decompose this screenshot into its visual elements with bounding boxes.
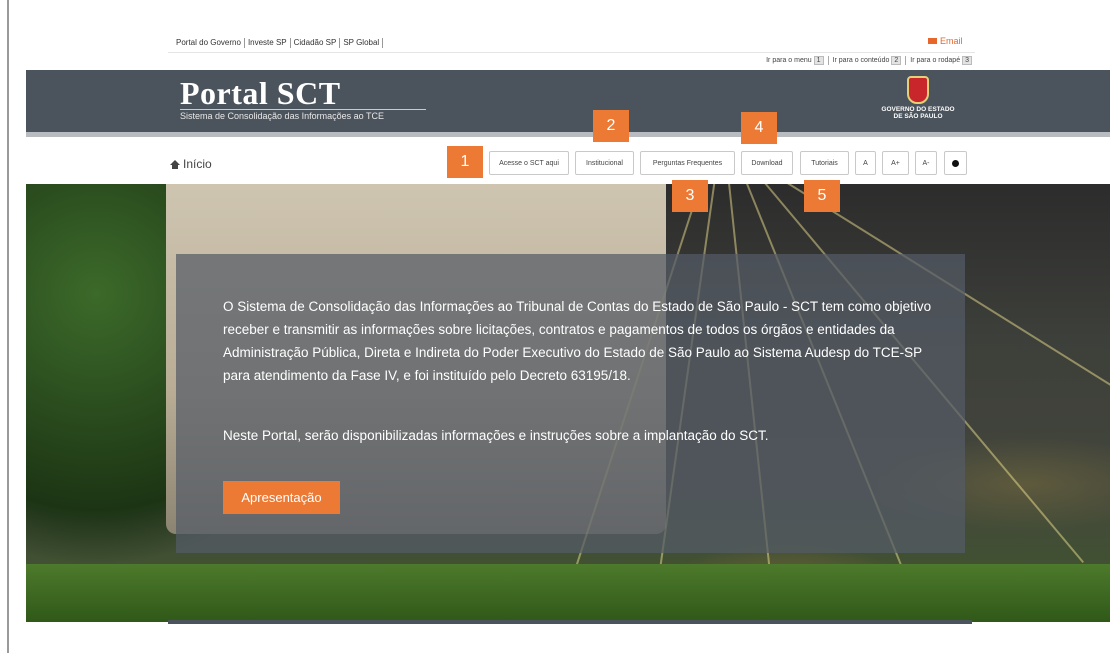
access-key: 2: [891, 56, 902, 65]
hero-info-panel: O Sistema de Consolidação das Informaçõe…: [176, 254, 965, 553]
font-normal-button[interactable]: A: [855, 151, 876, 175]
callout-badge-3: 3: [672, 180, 708, 212]
header-bottom-strip: [26, 132, 1110, 137]
home-link[interactable]: Início: [170, 157, 212, 171]
skip-to-footer[interactable]: Ir para o rodapé 3: [905, 56, 976, 65]
title-rule: [180, 109, 426, 110]
hero-bottom-rule: [168, 620, 972, 624]
skip-label: Ir para o conteúdo: [832, 57, 890, 64]
hero-note: Neste Portal, serão disponibilizadas inf…: [223, 428, 769, 443]
font-increase-button[interactable]: A+: [882, 151, 909, 175]
tutorials-button[interactable]: Tutoriais: [800, 151, 849, 175]
access-sct-button[interactable]: Acesse o SCT aqui: [489, 151, 569, 175]
hero-description: O Sistema de Consolidação das Informaçõe…: [223, 299, 932, 383]
site-title[interactable]: Portal SCT: [180, 76, 341, 110]
link-sp-global[interactable]: SP Global: [340, 38, 384, 48]
government-logo[interactable]: GOVERNO DO ESTADO DE SÃO PAULO: [858, 76, 978, 120]
top-divider: [168, 52, 975, 53]
envelope-icon: [928, 38, 937, 44]
callout-badge-1: 1: [447, 146, 483, 178]
institutional-button[interactable]: Institucional: [575, 151, 634, 175]
contrast-button[interactable]: [944, 151, 967, 175]
link-portal-do-governo[interactable]: Portal do Governo: [176, 38, 245, 48]
home-label: Início: [183, 157, 212, 171]
skip-label: Ir para o menu: [766, 57, 812, 64]
link-investe-sp[interactable]: Investe SP: [245, 38, 291, 48]
contrast-icon: [952, 159, 959, 167]
access-key: 3: [962, 56, 972, 65]
skip-links: Ir para o menu 1 Ir para o conteúdo 2 Ir…: [762, 56, 976, 65]
site-subtitle: Sistema de Consolidação das Informações …: [180, 111, 384, 121]
skip-to-menu[interactable]: Ir para o menu 1: [762, 56, 827, 65]
left-frame-border: [7, 0, 9, 653]
callout-badge-5: 5: [804, 180, 840, 212]
callout-badge-4: 4: [741, 112, 777, 144]
faq-button[interactable]: Perguntas Frequentes: [640, 151, 735, 175]
government-links: Portal do Governo Investe SP Cidadão SP …: [176, 38, 384, 48]
callout-badge-2: 2: [593, 110, 629, 142]
font-decrease-button[interactable]: A-: [915, 151, 937, 175]
skip-label: Ir para o rodapé: [910, 57, 961, 64]
access-key: 1: [813, 56, 824, 65]
sao-paulo-seal-icon: [907, 76, 929, 104]
presentation-button[interactable]: Apresentação: [223, 481, 340, 514]
home-icon: [170, 159, 180, 169]
download-button[interactable]: Download: [741, 151, 793, 175]
skip-to-content[interactable]: Ir para o conteúdo 2: [827, 56, 906, 65]
email-label: Email: [940, 36, 963, 46]
hero-grass: [26, 564, 1110, 622]
gov-logo-line2: DE SÃO PAULO: [893, 113, 943, 120]
gov-logo-line1: GOVERNO DO ESTADO: [881, 106, 955, 113]
link-cidadao-sp[interactable]: Cidadão SP: [291, 38, 341, 48]
email-link[interactable]: Email: [928, 36, 963, 46]
